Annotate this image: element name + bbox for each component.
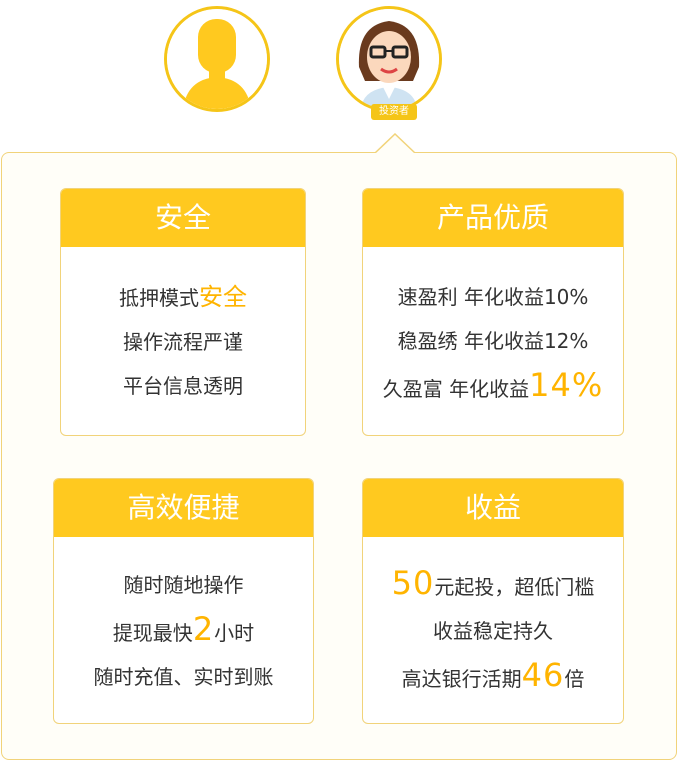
- card-body: 50元起投，超低门槛 收益稳定持久 高达银行活期46倍: [363, 537, 623, 701]
- card-quality: 产品优质 速盈利 年化收益10% 稳盈绣 年化收益12% 久盈富 年化收益14%: [362, 188, 624, 436]
- card-safety: 安全 抵押模式安全 操作流程严谨 平台信息透明: [60, 188, 306, 436]
- user-avatar: [164, 6, 270, 112]
- card-title: 产品优质: [363, 189, 623, 247]
- user-silhouette-icon: [167, 9, 267, 109]
- feature-line: 稳盈绣 年化收益12%: [397, 329, 589, 353]
- card-body: 随时随地操作 提现最快2小时 随时充值、实时到账: [54, 537, 313, 699]
- feature-line: 随时随地操作: [123, 573, 244, 597]
- highlight-text: 2: [192, 610, 215, 648]
- feature-line: 平台信息透明: [123, 374, 243, 398]
- highlight-text: 安全: [199, 283, 247, 311]
- highlight-text: 14%: [529, 366, 604, 404]
- investor-avatar-icon: [339, 9, 439, 109]
- feature-line: 提现最快2小时: [112, 610, 255, 648]
- card-body: 抵押模式安全 操作流程严谨 平台信息透明: [61, 247, 305, 408]
- feature-line: 久盈富 年化收益14%: [382, 366, 604, 404]
- card-title: 安全: [61, 189, 305, 247]
- feature-line: 操作流程严谨: [123, 330, 243, 354]
- feature-line: 抵押模式安全: [119, 283, 247, 311]
- investor-avatar: [336, 6, 442, 112]
- investor-badge: 投资者: [371, 104, 417, 120]
- card-efficiency: 高效便捷 随时随地操作 提现最快2小时 随时充值、实时到账: [53, 478, 314, 724]
- card-title: 高效便捷: [54, 479, 313, 537]
- card-yield: 收益 50元起投，超低门槛 收益稳定持久 高达银行活期46倍: [362, 478, 624, 724]
- card-title: 收益: [363, 479, 623, 537]
- card-body: 速盈利 年化收益10% 稳盈绣 年化收益12% 久盈富 年化收益14%: [363, 247, 623, 411]
- feature-line: 收益稳定持久: [433, 619, 553, 643]
- feature-line: 50元起投，超低门槛: [391, 564, 595, 602]
- feature-line: 随时充值、实时到账: [93, 665, 274, 689]
- feature-line: 速盈利 年化收益10%: [397, 285, 589, 309]
- highlight-text: 46: [521, 656, 565, 694]
- highlight-text: 50: [391, 564, 435, 602]
- feature-line: 高达银行活期46倍: [401, 656, 585, 694]
